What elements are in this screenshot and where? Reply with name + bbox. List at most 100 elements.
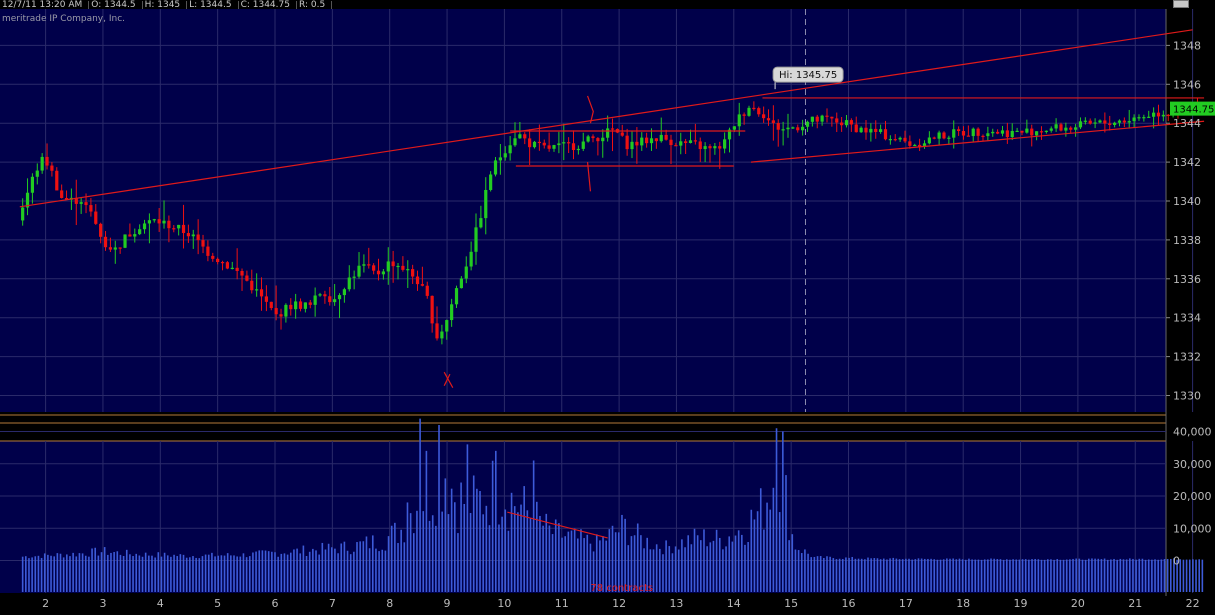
up-bar-body bbox=[723, 139, 727, 149]
down-bar-body bbox=[1069, 127, 1073, 130]
price-y-tick-label: 1346 bbox=[1173, 78, 1201, 91]
down-bar-body bbox=[84, 202, 88, 206]
down-bar-body bbox=[591, 136, 595, 139]
down-bar-body bbox=[60, 190, 64, 198]
up-bar-body bbox=[898, 137, 902, 140]
header-date: 12/7/11 13:20 AM bbox=[0, 1, 90, 9]
up-bar-body bbox=[1000, 130, 1005, 134]
up-bar-body bbox=[786, 127, 790, 130]
up-bar-body bbox=[396, 265, 400, 268]
x-tick-label: 9 bbox=[444, 597, 451, 610]
watermark-text: meritrade IP Company, Inc. bbox=[2, 14, 126, 24]
chart-settings-button[interactable] bbox=[1173, 0, 1189, 8]
up-bar-body bbox=[859, 127, 863, 133]
up-bar-body bbox=[177, 224, 181, 229]
up-bar-body bbox=[498, 157, 502, 161]
down-bar-body bbox=[625, 135, 629, 150]
up-bar-body bbox=[986, 133, 990, 137]
x-tick-label: 13 bbox=[669, 597, 683, 610]
x-tick-label: 10 bbox=[497, 597, 511, 610]
down-bar-body bbox=[1020, 130, 1024, 133]
down-bar-body bbox=[645, 137, 649, 144]
down-bar-body bbox=[674, 145, 678, 147]
price-y-tick-label: 1340 bbox=[1173, 195, 1201, 208]
up-bar-body bbox=[459, 278, 463, 289]
down-bar-body bbox=[108, 247, 113, 250]
down-bar-body bbox=[610, 128, 615, 130]
up-bar-body bbox=[1161, 114, 1165, 117]
up-bar-body bbox=[888, 139, 892, 141]
up-bar-body bbox=[318, 294, 322, 296]
down-bar-body bbox=[367, 264, 371, 266]
up-bar-body bbox=[581, 141, 585, 149]
x-tick-label: 8 bbox=[386, 597, 393, 610]
x-tick-label: 19 bbox=[1014, 597, 1028, 610]
down-bar-body bbox=[118, 247, 122, 249]
down-bar-body bbox=[698, 141, 702, 150]
up-bar-body bbox=[801, 126, 805, 131]
down-bar-body bbox=[430, 295, 434, 324]
chart-window: 2 3 4 5 6 7 8 9 10 11 12 13 14 15 16 17 18 19 20 21 22 1330 13… bbox=[0, 0, 1215, 610]
up-bar-body bbox=[1049, 128, 1053, 131]
up-bar-body bbox=[1054, 124, 1058, 129]
up-bar-body bbox=[147, 220, 152, 224]
down-bar-body bbox=[264, 296, 268, 302]
down-bar-body bbox=[206, 246, 210, 256]
volume-y-tick-label: 30,000 bbox=[1173, 458, 1212, 471]
x-tick-label: 15 bbox=[784, 597, 798, 610]
up-bar-body bbox=[1152, 112, 1156, 117]
down-bar-body bbox=[235, 267, 239, 271]
up-bar-body bbox=[991, 131, 995, 134]
up-bar-body bbox=[532, 141, 537, 148]
down-bar-body bbox=[874, 128, 878, 132]
down-bar-body bbox=[415, 276, 420, 285]
down-bar-body bbox=[298, 301, 303, 309]
up-bar-body bbox=[113, 247, 117, 250]
up-bar-body bbox=[937, 132, 941, 139]
down-bar-body bbox=[328, 296, 332, 303]
up-bar-body bbox=[1064, 127, 1068, 131]
down-bar-body bbox=[664, 134, 668, 140]
x-tick-label: 20 bbox=[1071, 597, 1085, 610]
up-bar-body bbox=[1025, 128, 1029, 133]
up-bar-body bbox=[1093, 122, 1097, 124]
down-bar-body bbox=[103, 236, 108, 248]
down-bar-body bbox=[420, 284, 424, 286]
down-bar-body bbox=[240, 270, 244, 276]
up-bar-body bbox=[810, 116, 814, 122]
up-bar-body bbox=[454, 288, 459, 305]
up-bar-body bbox=[1078, 121, 1083, 128]
down-bar-body bbox=[864, 127, 868, 133]
down-bar-body bbox=[942, 132, 946, 139]
down-bar-body bbox=[172, 228, 176, 230]
volume-y-tick-label: 10,000 bbox=[1173, 522, 1212, 535]
down-bar-body bbox=[279, 314, 283, 317]
up-bar-body bbox=[79, 202, 83, 204]
down-bar-body bbox=[1103, 120, 1107, 124]
down-bar-body bbox=[216, 258, 220, 263]
up-bar-body bbox=[284, 304, 288, 317]
x-tick-label: 11 bbox=[555, 597, 569, 610]
price-y-tick-label: 1330 bbox=[1173, 390, 1201, 403]
up-bar-body bbox=[138, 229, 142, 235]
down-bar-body bbox=[220, 262, 225, 264]
down-bar-body bbox=[796, 127, 800, 131]
down-bar-body bbox=[259, 289, 264, 297]
up-bar-body bbox=[1113, 122, 1117, 125]
down-bar-body bbox=[571, 143, 576, 151]
up-bar-body bbox=[927, 137, 931, 144]
up-bar-body bbox=[1142, 117, 1146, 119]
price-y-tick-label: 1334 bbox=[1173, 312, 1201, 325]
up-bar-body bbox=[440, 331, 444, 339]
down-bar-body bbox=[157, 219, 161, 224]
down-bar-body bbox=[128, 234, 132, 237]
down-bar-body bbox=[1030, 128, 1034, 136]
up-bar-body bbox=[493, 160, 498, 175]
up-bar-body bbox=[947, 137, 951, 139]
down-bar-body bbox=[1156, 112, 1161, 117]
hi-label: Hi: 1345.75 bbox=[779, 70, 837, 81]
down-bar-body bbox=[708, 146, 712, 149]
up-bar-body bbox=[503, 153, 507, 158]
down-bar-body bbox=[167, 220, 171, 229]
down-bar-body bbox=[225, 262, 229, 269]
